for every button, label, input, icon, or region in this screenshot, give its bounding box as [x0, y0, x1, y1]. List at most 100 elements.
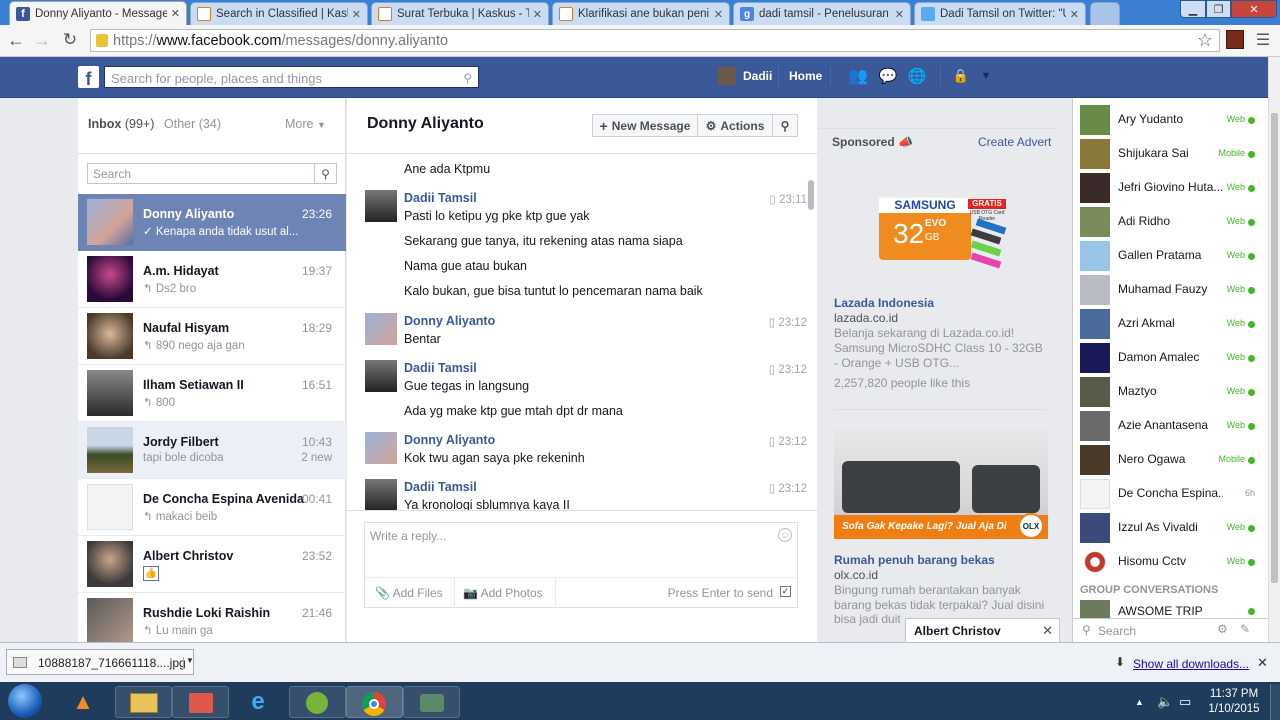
home-link[interactable]: Home: [789, 69, 822, 83]
browser-tab-twitter[interactable]: Dadi Tamsil on Twitter: "U ✕: [914, 2, 1086, 25]
close-icon[interactable]: ✕: [1257, 655, 1268, 671]
messages-icon[interactable]: 💬: [878, 67, 898, 85]
ad-title[interactable]: Lazada Indonesia: [834, 296, 934, 310]
start-button[interactable]: [8, 684, 42, 718]
reply-input[interactable]: Write a reply...: [370, 529, 446, 543]
internet-explorer-icon[interactable]: e: [240, 688, 276, 716]
message-scrollbar[interactable]: [808, 180, 814, 210]
ad-title[interactable]: Rumah penuh barang bekas: [834, 553, 995, 567]
inbox-tab[interactable]: Inbox (99+): [88, 117, 154, 131]
chat-friend[interactable]: Izzul As Vivaldi Web: [1073, 511, 1269, 544]
actions-button[interactable]: ⚙ Actions: [697, 114, 773, 137]
close-window-button[interactable]: ✕: [1231, 0, 1277, 18]
search-icon[interactable]: ⚲: [314, 164, 336, 183]
back-icon[interactable]: ←: [6, 30, 26, 50]
explorer-taskbar-button[interactable]: [115, 686, 172, 718]
chat-group[interactable]: AWSOME TRIP: [1073, 598, 1269, 620]
create-advert-link[interactable]: Create Advert: [978, 135, 1051, 149]
close-icon[interactable]: ✕: [714, 8, 723, 21]
olx-ad-image[interactable]: Sofa Gak Kepake Lagi? Jual Aja Di OLX: [834, 429, 1048, 539]
conversation-row[interactable]: Donny Aliyanto 23:26 ✓ Kenapa anda tidak…: [78, 194, 346, 251]
compose-icon[interactable]: ✎: [1240, 622, 1250, 636]
browser-tab-kaskus-klarifikasi[interactable]: Klarifikasi ane bukan peni ✕: [552, 2, 730, 25]
menu-icon[interactable]: ☰: [1254, 31, 1272, 49]
emoji-icon[interactable]: ☺: [778, 528, 792, 542]
conversation-row[interactable]: Naufal Hisyam 18:29 ↰ 890 nego aja gan: [78, 308, 346, 365]
chat-friend[interactable]: Adi Ridho Web: [1073, 205, 1269, 238]
address-bar[interactable]: https://www.facebook.com/messages/donny.…: [90, 29, 1220, 52]
browser-tab-google[interactable]: g dadi tamsil - Penelusuran ✕: [733, 2, 911, 25]
chrome-taskbar-button[interactable]: [346, 686, 403, 718]
chat-friend[interactable]: Muhamad Fauzy Web: [1073, 273, 1269, 306]
scrollbar-thumb[interactable]: [1271, 113, 1278, 583]
inbox-search-input[interactable]: Search ⚲: [87, 163, 337, 184]
search-icon[interactable]: ⚲: [463, 71, 472, 85]
download-item[interactable]: 10888187_716661118....jpg ▼: [6, 649, 194, 675]
show-desktop-button[interactable]: [1270, 684, 1280, 720]
chat-friend[interactable]: Azri Akmal Web: [1073, 307, 1269, 340]
maximize-button[interactable]: ❐: [1206, 0, 1231, 18]
chat-search-input[interactable]: Search: [1098, 624, 1136, 638]
ad-domain[interactable]: lazada.co.id: [834, 311, 898, 325]
taskbar-clock[interactable]: 11:37 PM 1/10/2015: [1204, 687, 1264, 717]
chat-tab[interactable]: Albert Christov ✕: [905, 618, 1060, 642]
chat-friend[interactable]: Nero Ogawa Mobile: [1073, 443, 1269, 476]
press-enter-checkbox[interactable]: ✓: [780, 586, 791, 597]
conversation-row[interactable]: Albert Christov 23:52 👍: [78, 536, 346, 593]
utorrent-taskbar-button[interactable]: [289, 686, 346, 718]
gear-icon[interactable]: ⚙: [1217, 622, 1228, 636]
minimize-button[interactable]: ▁: [1180, 0, 1206, 18]
close-icon[interactable]: ✕: [1042, 623, 1053, 639]
chat-friend[interactable]: De Concha Espina... 6h: [1073, 477, 1269, 510]
browser-tab-kaskus-search[interactable]: Search in Classified | Kaskus ✕: [190, 2, 368, 25]
message-sender[interactable]: Dadii Tamsil: [404, 361, 477, 375]
conversation-row[interactable]: Ilham Setiawan II 16:51 ↰ 800: [78, 365, 346, 422]
page-scrollbar[interactable]: [1268, 57, 1280, 642]
reload-icon[interactable]: ↻: [60, 30, 80, 49]
message-sender[interactable]: Dadii Tamsil: [404, 191, 477, 205]
close-icon[interactable]: ✕: [895, 8, 904, 21]
lazada-ad-image[interactable]: SAMSUNG 32 EVO GB GRATIS USB OTG Card Re…: [834, 153, 1048, 288]
chat-friend[interactable]: Damon Amalec Web: [1073, 341, 1269, 374]
browser-tab-messages[interactable]: f Donny Aliyanto - Messages ✕: [9, 1, 187, 25]
profile-link[interactable]: Dadii: [743, 69, 772, 83]
add-files-button[interactable]: 📎 Add Files: [375, 586, 443, 600]
close-icon[interactable]: ✕: [1070, 8, 1079, 21]
vlc-icon[interactable]: ▲: [65, 688, 101, 716]
app-taskbar-button[interactable]: [172, 686, 229, 718]
privacy-icon[interactable]: 🔒: [952, 67, 970, 85]
chat-friend[interactable]: Azie Anantasena Web: [1073, 409, 1269, 442]
close-icon[interactable]: ✕: [533, 8, 542, 21]
chat-friend[interactable]: Shijukara Sai Mobile: [1073, 137, 1269, 170]
new-tab-button[interactable]: [1090, 2, 1120, 25]
chat-friend[interactable]: Ary Yudanto Web: [1073, 103, 1269, 136]
network-icon[interactable]: ▭: [1179, 694, 1191, 710]
thread-search-button[interactable]: ⚲: [772, 114, 798, 137]
volume-icon[interactable]: 🔈: [1157, 694, 1173, 710]
friend-requests-icon[interactable]: 👥: [848, 67, 868, 85]
close-icon[interactable]: ✕: [171, 7, 180, 20]
ad-domain[interactable]: olx.co.id: [834, 568, 878, 582]
close-icon[interactable]: ✕: [352, 8, 361, 21]
star-icon[interactable]: ☆: [1195, 30, 1215, 50]
avatar[interactable]: [718, 67, 736, 85]
chat-friend[interactable]: Jefri Giovino Huta... Web: [1073, 171, 1269, 204]
add-photos-button[interactable]: 📷 Add Photos: [463, 586, 543, 600]
conversation-row[interactable]: Jordy Filbert 10:43 tapi bole dicoba 2 n…: [78, 422, 346, 479]
more-dropdown[interactable]: More ▼: [285, 117, 326, 131]
chat-friend[interactable]: Gallen Pratama Web: [1073, 239, 1269, 272]
forward-icon[interactable]: →: [32, 30, 52, 50]
conversation-row[interactable]: A.m. Hidayat 19:37 ↰ Ds2 bro: [78, 251, 346, 308]
message-sender[interactable]: Dadii Tamsil: [404, 480, 477, 494]
extension-icon[interactable]: [1226, 30, 1244, 49]
chevron-down-icon[interactable]: ▼: [978, 67, 994, 85]
message-sender[interactable]: Donny Aliyanto: [404, 433, 495, 447]
show-all-downloads-link[interactable]: Show all downloads...: [1133, 657, 1249, 671]
message-sender[interactable]: Donny Aliyanto: [404, 314, 495, 328]
new-message-button[interactable]: + New Message: [592, 114, 698, 137]
fb-search-input[interactable]: Search for people, places and things ⚲: [104, 66, 479, 88]
browser-tab-kaskus-surat[interactable]: Surat Terbuka | Kaskus - T ✕: [371, 2, 549, 25]
chat-friend[interactable]: Hisomu Cctv Web: [1073, 545, 1269, 578]
tray-expand-icon[interactable]: ▲: [1135, 697, 1144, 707]
app-taskbar-button[interactable]: [403, 686, 460, 718]
